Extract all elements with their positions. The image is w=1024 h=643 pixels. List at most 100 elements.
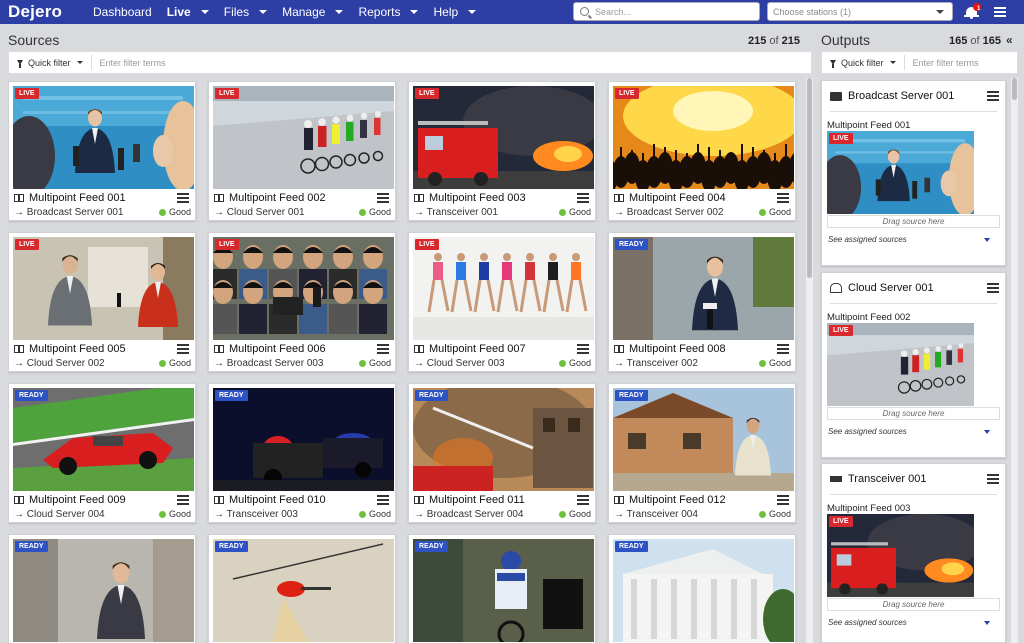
filter-input[interactable]: Enter filter terms <box>905 58 979 68</box>
feed-thumbnail[interactable]: LIVE <box>613 86 794 189</box>
assigned-feed-thumbnail[interactable]: LIVE <box>827 131 974 214</box>
card-menu-icon[interactable] <box>777 495 789 505</box>
feed-status: Good <box>558 358 591 368</box>
card-menu-icon[interactable] <box>777 344 789 354</box>
source-card[interactable]: READY <box>208 534 396 643</box>
see-assigned-sources-link[interactable]: See assigned sources <box>828 427 907 436</box>
ready-badge: READY <box>215 390 248 401</box>
feed-thumbnail[interactable]: READY <box>613 237 794 340</box>
chevron-down-icon[interactable] <box>984 430 990 434</box>
card-menu-icon[interactable] <box>577 495 589 505</box>
feed-name: Multipoint Feed 009 <box>29 494 126 506</box>
stations-select[interactable]: Choose stations (1) <box>767 2 953 21</box>
assigned-feed-thumbnail[interactable]: LIVE <box>827 514 974 597</box>
source-card[interactable]: READY Multipoint Feed 010 → Transceiver 00… <box>208 383 396 523</box>
nav-dashboard-label: Dashboard <box>93 5 152 19</box>
quick-filter-button[interactable]: Quick filter <box>9 55 92 70</box>
transceiver-icon <box>830 476 842 482</box>
hamburger-menu-icon[interactable] <box>994 7 1006 17</box>
nav-manage[interactable]: Manage <box>282 5 344 19</box>
feed-destination: → Cloud Server 004 <box>14 509 105 520</box>
source-card[interactable]: READY <box>8 534 196 643</box>
feed-thumbnail[interactable]: READY <box>13 388 194 491</box>
collapse-panel-icon[interactable]: « <box>1006 33 1013 47</box>
card-menu-icon[interactable] <box>177 495 189 505</box>
feed-thumbnail[interactable]: LIVE <box>13 237 194 340</box>
feed-status: Good <box>158 358 191 368</box>
card-menu-icon[interactable] <box>987 91 999 101</box>
source-card[interactable]: LIVE Multipoint Feed 001 → Broadcast Serve… <box>8 81 196 221</box>
feed-thumbnail[interactable]: READY <box>213 539 394 642</box>
source-card[interactable]: READY Multipoint Feed 011 → Broadcast Serv… <box>408 383 596 523</box>
status-dot-icon <box>158 359 166 367</box>
search-input[interactable]: Search... <box>573 2 760 21</box>
source-card[interactable]: READY Multipoint Feed 012 → Transceiver 00… <box>608 383 796 523</box>
status-dot-icon <box>158 510 166 518</box>
feed-thumbnail[interactable]: READY <box>213 388 394 491</box>
source-card[interactable]: LIVE Multipoint Feed 006 → Broadcast Serve… <box>208 232 396 372</box>
output-card[interactable]: Broadcast Server 001 Multipoint Feed 001 L… <box>821 80 1006 266</box>
chevron-down-icon[interactable] <box>984 621 990 625</box>
status-label: Good <box>168 358 191 368</box>
source-card[interactable]: LIVE Multipoint Feed 007 → Cloud Server 00… <box>408 232 596 372</box>
card-menu-icon[interactable] <box>987 283 999 293</box>
outputs-scrollbar[interactable] <box>1011 78 1018 643</box>
source-card[interactable]: LIVE Multipoint Feed 004 → Broadcast Serve… <box>608 81 796 221</box>
live-badge: LIVE <box>215 88 239 99</box>
feed-icon <box>614 194 624 202</box>
feed-thumbnail[interactable]: LIVE <box>213 237 394 340</box>
feed-thumbnail[interactable]: LIVE <box>13 86 194 189</box>
assigned-feed-thumbnail[interactable]: LIVE <box>827 323 974 406</box>
sources-scrollbar[interactable] <box>806 78 813 643</box>
source-card[interactable]: READY <box>408 534 596 643</box>
card-menu-icon[interactable] <box>377 495 389 505</box>
nav-reports[interactable]: Reports <box>358 5 419 19</box>
main-menu: Dashboard Live Files Manage Reports Help <box>78 0 477 24</box>
dejero-logo[interactable]: Dejero <box>8 2 78 22</box>
feed-thumbnail[interactable]: READY <box>413 388 594 491</box>
card-menu-icon[interactable] <box>377 193 389 203</box>
feed-title: Multipoint Feed 011 <box>414 494 525 506</box>
nav-dashboard[interactable]: Dashboard <box>93 5 152 19</box>
see-assigned-sources-link[interactable]: See assigned sources <box>828 235 907 244</box>
feed-destination: → Broadcast Server 004 <box>414 509 524 520</box>
feed-thumbnail[interactable]: READY <box>413 539 594 642</box>
drag-source-dropzone[interactable]: Drag source here <box>827 598 1000 611</box>
source-card[interactable]: READY Multipoint Feed 008 → Transceiver 00… <box>608 232 796 372</box>
output-card[interactable]: Transceiver 001 Multipoint Feed 003 LIVE Dr… <box>821 463 1006 643</box>
card-menu-icon[interactable] <box>177 193 189 203</box>
drag-source-dropzone[interactable]: Drag source here <box>827 215 1000 228</box>
chevron-down-icon[interactable] <box>984 238 990 242</box>
source-card[interactable]: LIVE Multipoint Feed 005 → Cloud Server 00… <box>8 232 196 372</box>
nav-files[interactable]: Files <box>224 5 268 19</box>
feed-thumbnail[interactable]: READY <box>613 539 794 642</box>
feed-thumbnail[interactable]: READY <box>613 388 794 491</box>
outputs-filter-bar: Quick filter Enter filter terms <box>821 51 1018 74</box>
source-card[interactable]: LIVE Multipoint Feed 002 → Cloud Server 00… <box>208 81 396 221</box>
filter-input[interactable]: Enter filter terms <box>92 58 166 68</box>
card-menu-icon[interactable] <box>577 344 589 354</box>
source-card[interactable]: READY <box>608 534 796 643</box>
card-menu-icon[interactable] <box>577 193 589 203</box>
see-assigned-sources-link[interactable]: See assigned sources <box>828 618 907 627</box>
source-card[interactable]: LIVE Multipoint Feed 003 → Transceiver 001… <box>408 81 596 221</box>
source-card[interactable]: READY Multipoint Feed 009 → Cloud Server 0… <box>8 383 196 523</box>
feed-thumbnail[interactable]: LIVE <box>413 237 594 340</box>
feed-thumbnail[interactable]: LIVE <box>413 86 594 189</box>
drag-source-dropzone[interactable]: Drag source here <box>827 407 1000 420</box>
feed-thumbnail[interactable]: READY <box>13 539 194 642</box>
nav-help[interactable]: Help <box>433 5 477 19</box>
card-menu-icon[interactable] <box>377 344 389 354</box>
card-menu-icon[interactable] <box>777 193 789 203</box>
card-menu-icon[interactable] <box>987 474 999 484</box>
card-menu-icon[interactable] <box>177 344 189 354</box>
notification-bell-icon[interactable]: 1 <box>964 3 981 21</box>
output-card[interactable]: Cloud Server 001 Multipoint Feed 002 LIVE D… <box>821 272 1006 458</box>
search-placeholder: Search... <box>595 6 632 17</box>
output-name: Cloud Server 001 <box>848 282 934 294</box>
status-dot-icon <box>758 208 766 216</box>
feed-thumbnail[interactable]: LIVE <box>213 86 394 189</box>
feed-name: Multipoint Feed 004 <box>629 192 726 204</box>
quick-filter-button[interactable]: Quick filter <box>822 55 905 70</box>
nav-live[interactable]: Live <box>167 5 209 19</box>
